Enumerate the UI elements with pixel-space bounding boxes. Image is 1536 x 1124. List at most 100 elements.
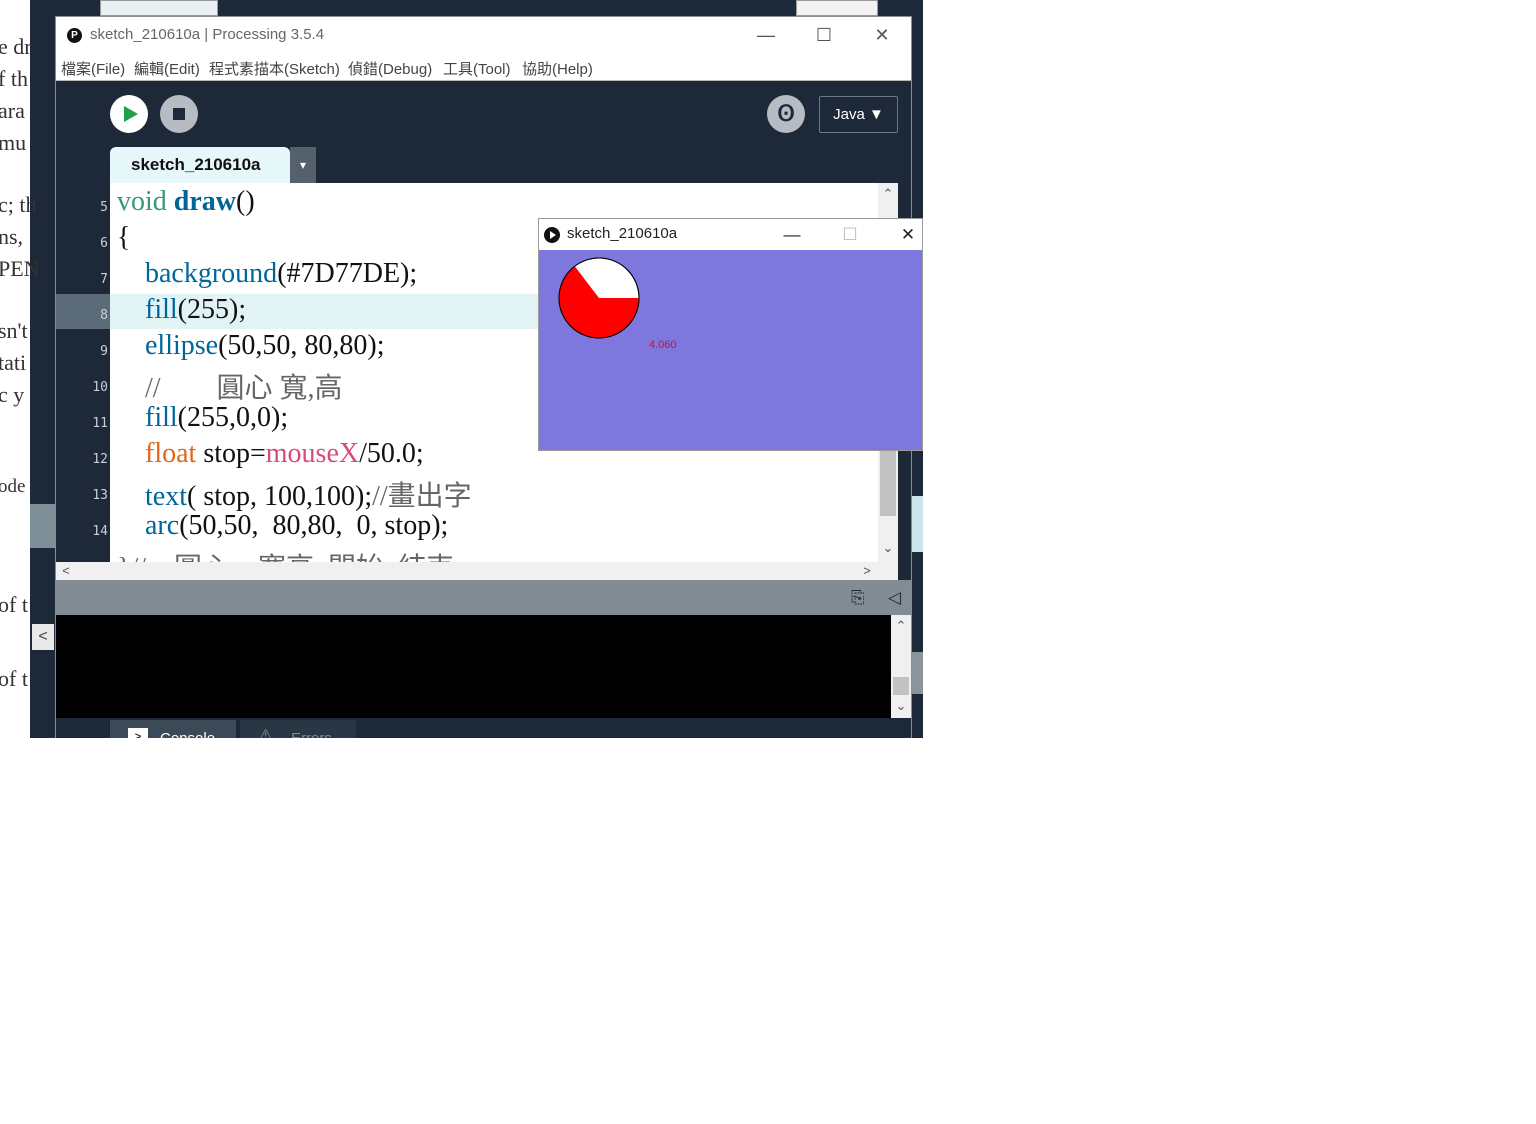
scroll-right-arrow[interactable]: > <box>857 562 877 580</box>
code-token: //畫出字 <box>372 481 472 512</box>
sketch-title-bar[interactable]: sketch_210610a — ☐ ✕ <box>539 219 922 250</box>
code-line[interactable]: background(#7D77DE); <box>117 258 417 290</box>
line-number: 11 <box>92 416 108 431</box>
code-token: (255,0,0); <box>177 402 289 433</box>
doc-text-fragment: ara <box>0 98 25 123</box>
doc-text-fragment: of t <box>0 666 28 691</box>
menu-debug[interactable]: 偵錯(Debug) <box>348 58 432 79</box>
code-token: (255); <box>177 294 247 325</box>
code-line[interactable]: void draw() <box>117 186 255 218</box>
code-token: (50,50, 80,80); <box>218 330 385 361</box>
editor-horizontal-scrollbar[interactable]: < > <box>56 562 898 580</box>
code-token: (50,50, 80,80, 0, stop); <box>179 510 449 541</box>
toolbar: Ꙩ Java ▼ <box>56 81 911 147</box>
code-line[interactable]: { <box>117 222 130 254</box>
doc-text-fragment: mu <box>0 130 27 155</box>
doc-text-fragment: PEN <box>0 256 40 281</box>
play-circle-icon <box>544 227 560 243</box>
code-token: mouseX <box>265 438 360 469</box>
code-token: draw <box>173 186 237 217</box>
screen: < e dr f th ara mu c; th ns, PEN sn't ta… <box>0 0 1536 1124</box>
code-line[interactable]: // 圓心 寬,高 <box>117 366 343 406</box>
tab-menu-button[interactable]: ▾ <box>290 147 316 183</box>
mode-selector[interactable]: Java ▼ <box>819 96 898 133</box>
tab-console[interactable]: > Console <box>110 720 236 738</box>
menu-edit[interactable]: 編輯(Edit) <box>134 58 200 79</box>
maximize-button[interactable]: ☐ <box>804 21 844 49</box>
line-number: 13 <box>92 488 108 503</box>
code-line[interactable]: }// 圓心 寬高 開始 結束 <box>117 546 454 562</box>
stop-value-text: 4.060 <box>649 339 677 351</box>
doc-text-fragment: ode <box>0 476 26 497</box>
title-bar[interactable]: P sketch_210610a | Processing 3.5.4 — ☐ … <box>56 17 911 53</box>
code-token: { <box>117 222 131 253</box>
sketch-close-button[interactable]: ✕ <box>888 221 922 249</box>
scroll-down-arrow[interactable]: ⌄ <box>878 539 898 557</box>
sketch-minimize-button[interactable]: — <box>772 221 812 249</box>
doc-text-fragment: of t <box>0 592 28 617</box>
menu-tool[interactable]: 工具(Tool) <box>443 58 511 79</box>
code-line[interactable]: fill(255); <box>117 294 246 326</box>
line-number: 7 <box>100 272 108 287</box>
warning-icon: ⚠ <box>258 726 274 738</box>
code-token: text <box>145 481 187 512</box>
menu-help[interactable]: 協助(Help) <box>522 58 593 79</box>
run-button[interactable] <box>110 95 148 133</box>
background-window-right-highlight <box>912 496 923 552</box>
console-scrollbar[interactable]: ⌃ ⌄ <box>891 615 911 718</box>
debug-button[interactable]: Ꙩ <box>767 95 805 133</box>
stop-button[interactable] <box>160 95 198 133</box>
code-token: ellipse <box>145 330 219 361</box>
code-line[interactable]: arc(50,50, 80,80, 0, stop); <box>117 510 448 542</box>
console-tabs: > Console ⚠ Errors <box>56 718 911 738</box>
tab-strip: sketch_210610a ▾ <box>56 147 911 183</box>
line-number: 8 <box>100 308 108 323</box>
stop-icon <box>173 108 185 120</box>
sketch-maximize-button[interactable]: ☐ <box>830 221 870 249</box>
console-scroll-up-arrow[interactable]: ⌃ <box>891 617 911 635</box>
scroll-left-arrow[interactable]: < <box>56 562 76 580</box>
sketch-canvas-svg: 4.060 <box>539 250 922 450</box>
collapse-console-icon[interactable]: ◁ <box>888 588 901 608</box>
background-tab <box>100 0 218 16</box>
menu-file[interactable]: 檔案(File) <box>61 58 125 79</box>
code-token: void <box>117 186 167 217</box>
code-line[interactable]: text( stop, 100,100);//畫出字 <box>117 474 472 514</box>
tab-errors-label: Errors <box>291 730 332 738</box>
scroll-up-arrow[interactable]: ⌃ <box>878 185 898 203</box>
window-title: sketch_210610a | Processing 3.5.4 <box>90 26 325 43</box>
tab-errors[interactable]: ⚠ Errors <box>240 720 356 738</box>
tab-console-label: Console <box>160 730 215 738</box>
console-scroll-down-arrow[interactable]: ⌄ <box>891 697 911 715</box>
code-line[interactable]: fill(255,0,0); <box>117 402 288 434</box>
menu-sketch[interactable]: 程式素描本(Sketch) <box>209 58 340 79</box>
code-token: /50.0; <box>359 438 424 469</box>
tab-sketch[interactable]: sketch_210610a <box>110 147 290 183</box>
status-bar: ⎘ ◁ <box>56 580 911 615</box>
code-line[interactable]: ellipse(50,50, 80,80); <box>117 330 385 362</box>
minimize-button[interactable]: — <box>746 21 786 49</box>
background-scroll-left-arrow[interactable]: < <box>32 624 54 650</box>
sketch-canvas[interactable]: 4.060 <box>539 250 922 450</box>
code-line[interactable]: float stop=mouseX/50.0; <box>117 438 424 470</box>
copy-icon[interactable]: ⎘ <box>851 588 865 608</box>
code-token: }// 圓心 寬高 開始 結束 <box>117 553 454 562</box>
close-button[interactable]: ✕ <box>862 21 902 49</box>
debugger-icon: Ꙩ <box>777 101 795 126</box>
scrollbar-thumb[interactable] <box>880 448 896 516</box>
doc-text-fragment: sn't <box>0 318 28 343</box>
console-scrollbar-thumb[interactable] <box>893 677 909 695</box>
background-window-highlight <box>30 504 56 548</box>
console-output[interactable] <box>56 615 891 718</box>
code-token: // 圓心 寬,高 <box>117 373 343 404</box>
code-token: stop= <box>196 438 266 469</box>
code-token: background <box>145 258 278 289</box>
background-tab-dark <box>706 0 796 16</box>
line-number: 9 <box>100 344 108 359</box>
